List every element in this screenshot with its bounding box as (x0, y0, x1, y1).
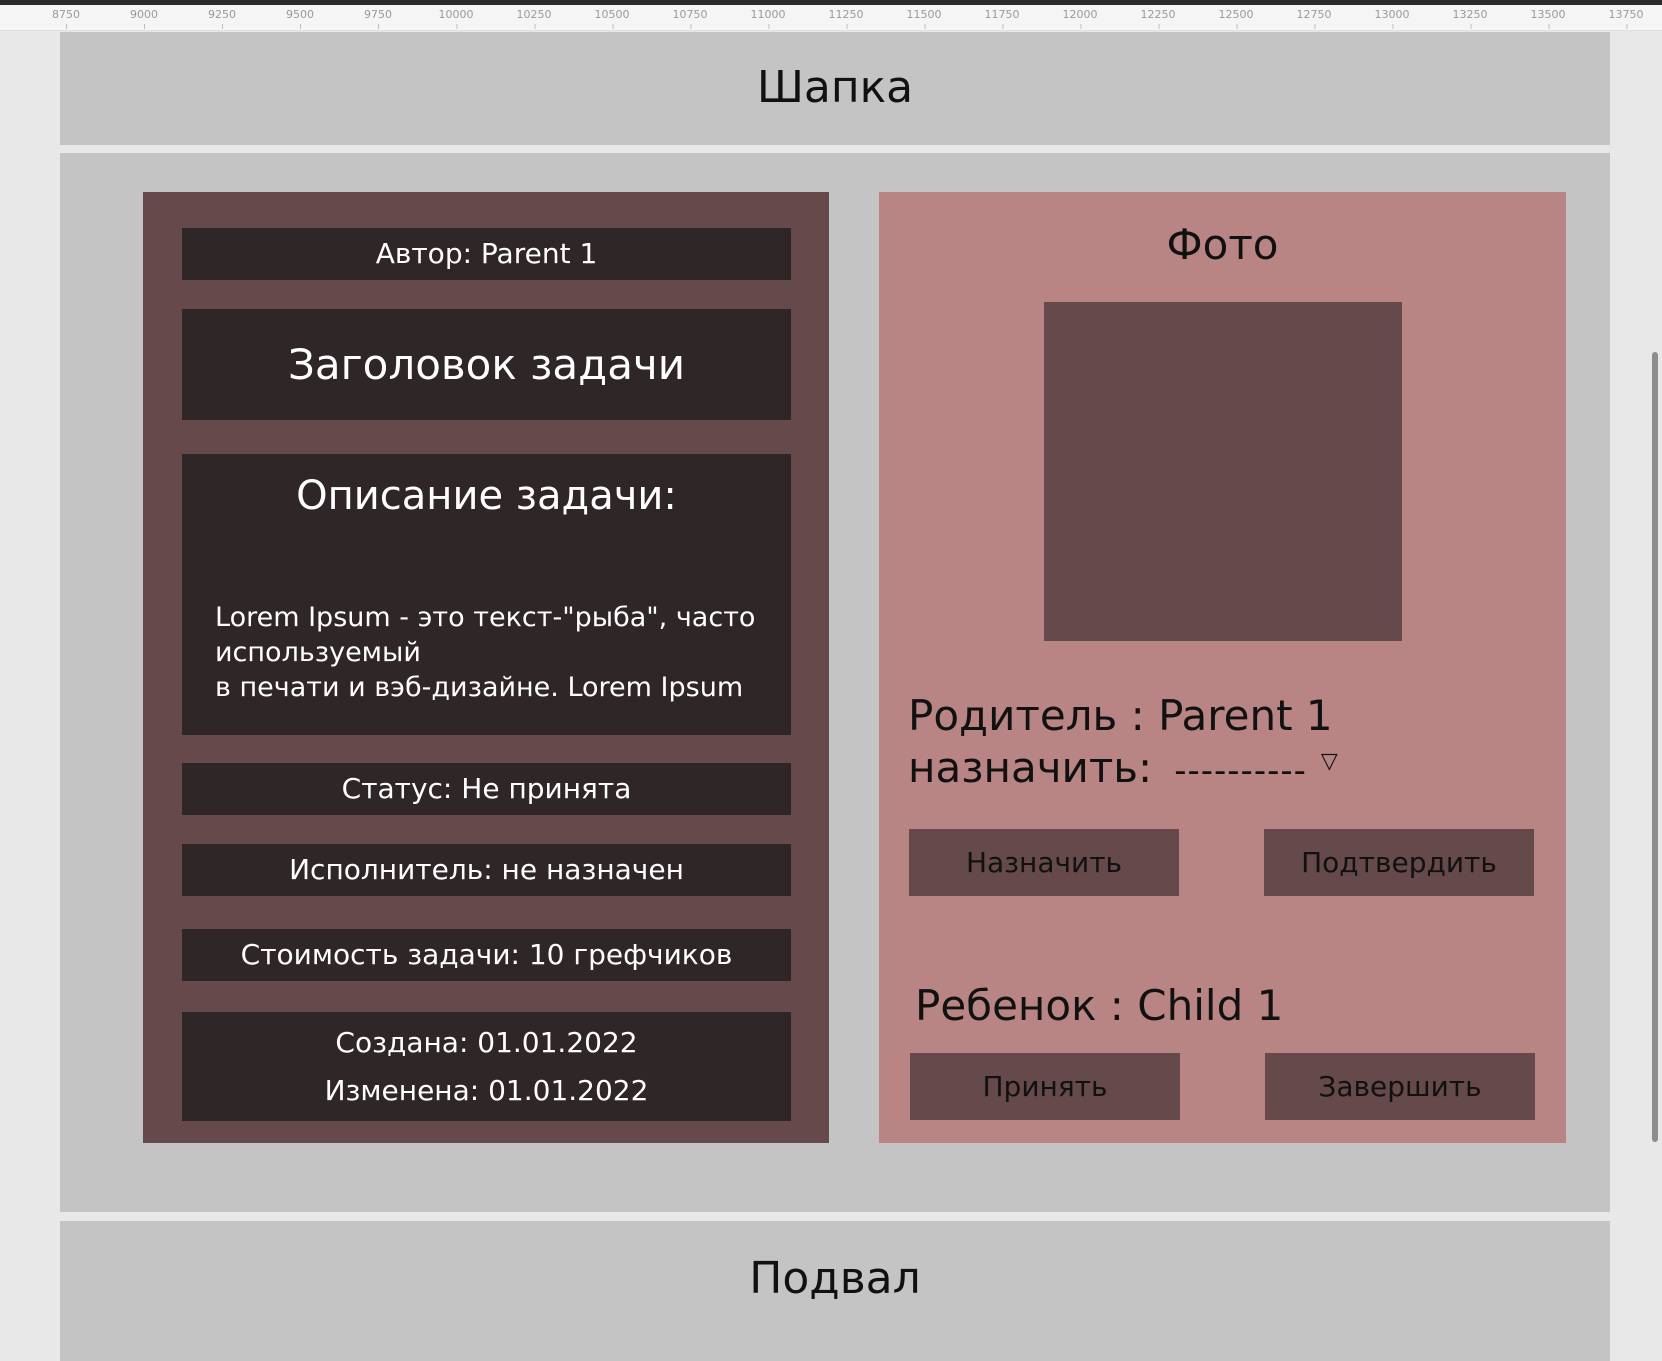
modified-date: Изменена: 01.01.2022 (324, 1074, 649, 1107)
ruler-tick: 12250 (1140, 8, 1176, 29)
executor-field: Исполнитель: не назначен (182, 844, 791, 896)
ruler-tick: 13500 (1530, 8, 1566, 29)
photo-label: Фото (1166, 220, 1279, 269)
header: Шапка (60, 32, 1610, 145)
ruler-tick: 10000 (438, 8, 474, 29)
assign-label: назначить: (908, 743, 1153, 792)
ruler-tick: 9000 (130, 8, 158, 29)
author-field: Автор: Parent 1 (182, 228, 791, 280)
assign-button[interactable]: Назначить (909, 829, 1179, 896)
assign-select[interactable]: ---------- (1174, 751, 1307, 791)
cost-field: Стоимость задачи: 10 грефчиков (182, 929, 791, 981)
header-title: Шапка (756, 62, 914, 113)
ruler-tick: 10250 (516, 8, 552, 29)
ruler-tick: 11250 (828, 8, 864, 29)
ruler-tick: 11500 (906, 8, 942, 29)
ruler-tick: 11000 (750, 8, 786, 29)
description-title: Описание задачи: (296, 473, 677, 519)
parent-label: Родитель : Parent 1 (908, 691, 1333, 740)
ruler-tick: 9250 (208, 8, 236, 29)
ruler-tick: 10750 (672, 8, 708, 29)
ruler-tick: 13000 (1374, 8, 1410, 29)
ruler-tick: 12750 (1296, 8, 1332, 29)
assign-row: назначить: ---------- ▽ (908, 742, 1338, 802)
assignment-panel: Фото Родитель : Parent 1 назначить: -----… (879, 192, 1566, 1143)
dropdown-triangle-icon[interactable]: ▽ (1321, 749, 1338, 774)
task-title: Заголовок задачи (182, 309, 791, 420)
ruler-tick: 13250 (1452, 8, 1488, 29)
vertical-scrollbar[interactable] (1652, 352, 1658, 1142)
confirm-button[interactable]: Подтвердить (1264, 829, 1534, 896)
ruler: 8750 9000 9250 9500 9750 10000 10250 10500 10750… (0, 5, 1662, 31)
ruler-tick: 12500 (1218, 8, 1254, 29)
task-panel: Автор: Parent 1 Заголовок задачи Описани… (143, 192, 829, 1143)
description-box: Описание задачи: Lorem Ipsum - это текст… (182, 454, 791, 735)
finish-button[interactable]: Завершить (1265, 1053, 1535, 1120)
ruler-tick: 9500 (286, 8, 314, 29)
ruler-tick: 12000 (1062, 8, 1098, 29)
status-field: Статус: Не принята (182, 763, 791, 815)
child-label: Ребенок : Child 1 (915, 981, 1284, 1030)
footer-title: Подвал (749, 1253, 921, 1304)
created-date: Создана: 01.01.2022 (335, 1026, 638, 1059)
ruler-tick: 8750 (52, 8, 80, 29)
ruler-tick: 13750 (1608, 8, 1644, 29)
dates-box: Создана: 01.01.2022 Изменена: 01.01.2022 (182, 1012, 791, 1121)
description-text: Lorem Ipsum - это текст-"рыба", часто ис… (215, 602, 756, 703)
photo-placeholder (1044, 302, 1402, 641)
ruler-tick: 9750 (364, 8, 392, 29)
ruler-tick: 11750 (984, 8, 1020, 29)
accept-button[interactable]: Принять (910, 1053, 1180, 1120)
footer: Подвал (60, 1221, 1610, 1361)
ruler-tick: 10500 (594, 8, 630, 29)
